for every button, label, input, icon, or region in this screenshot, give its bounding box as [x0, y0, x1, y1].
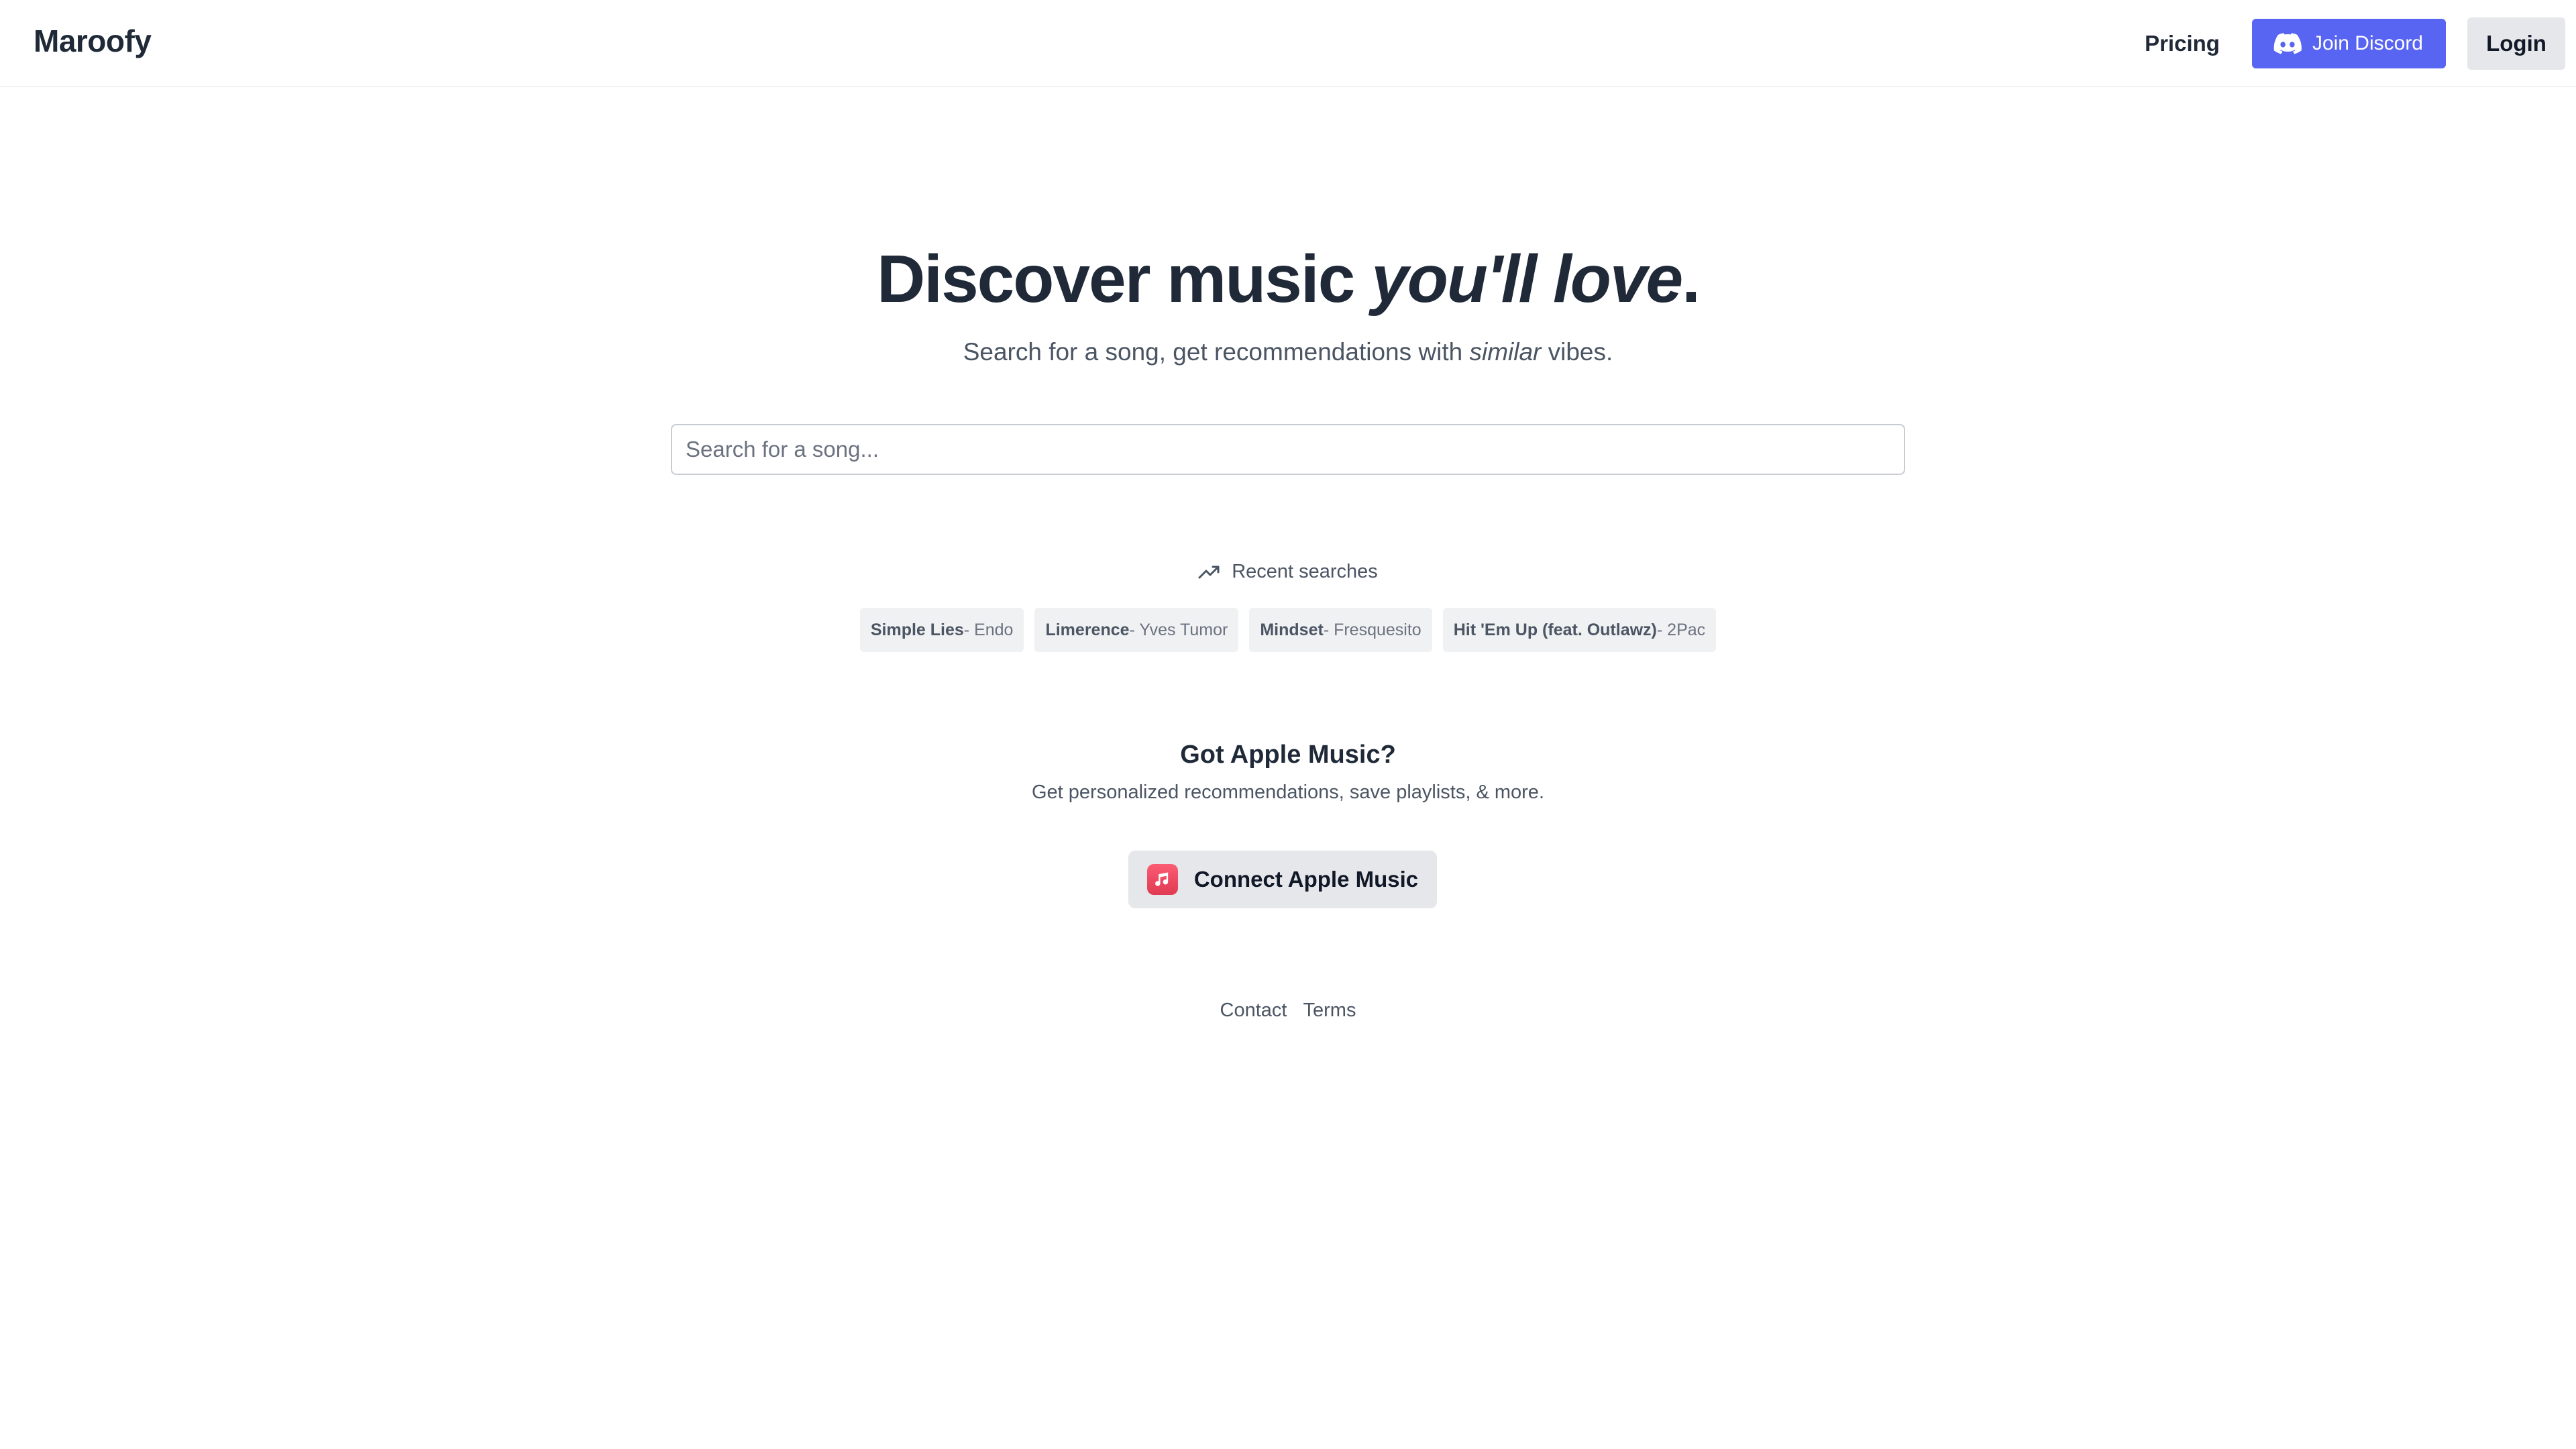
hero-subtitle-part2: vibes.	[1541, 338, 1613, 366]
chip-artist: - Fresquesito	[1323, 620, 1421, 639]
hero-subtitle-emphasis: similar	[1469, 338, 1542, 366]
nav-links: Pricing Join Discord Login	[2145, 17, 2565, 70]
hero-subtitle: Search for a song, get recommendations w…	[0, 335, 2576, 369]
apple-music-title: Got Apple Music?	[1180, 741, 1396, 769]
chip-song: Limerence	[1045, 620, 1130, 639]
search-container	[671, 424, 1905, 475]
trending-up-icon	[1198, 566, 1220, 578]
connect-apple-music-label: Connect Apple Music	[1193, 867, 1419, 892]
apple-music-icon	[1146, 864, 1178, 895]
chip-song: Simple Lies	[870, 620, 964, 639]
recent-searches-label: Recent searches	[1232, 561, 1378, 582]
recent-searches-header: Recent searches	[0, 561, 2576, 583]
chip-song: Mindset	[1260, 620, 1324, 639]
recent-searches-list: Simple Lies - Endo Limerence - Yves Tumo…	[0, 608, 2576, 652]
recent-search-chip[interactable]: Simple Lies - Endo	[859, 608, 1024, 652]
chip-artist: - Endo	[963, 620, 1014, 639]
pricing-link[interactable]: Pricing	[2145, 31, 2220, 56]
apple-music-subtitle: Get personalized recommendations, save p…	[1031, 782, 1544, 803]
top-navbar: Maroofy Pricing Join Discord Login	[0, 0, 2576, 87]
hero-title-part1: Discover music	[877, 241, 1372, 317]
connect-apple-music-button[interactable]: Connect Apple Music	[1128, 851, 1437, 908]
discord-icon	[2273, 33, 2302, 54]
footer-terms-link[interactable]: Terms	[1303, 1000, 1356, 1022]
join-discord-button[interactable]: Join Discord	[2251, 19, 2446, 68]
hero-title-end: .	[1682, 241, 1701, 317]
chip-song: Hit 'Em Up (feat. Outlawz)	[1453, 620, 1657, 639]
chip-artist: - Yves Tumor	[1129, 620, 1228, 639]
join-discord-label: Join Discord	[2312, 32, 2423, 54]
footer-contact-link[interactable]: Contact	[1220, 1000, 1287, 1022]
song-search-input[interactable]	[671, 424, 1905, 475]
login-button[interactable]: Login	[2467, 17, 2565, 70]
site-logo[interactable]: Maroofy	[34, 23, 152, 59]
footer: Contact Terms	[0, 1000, 2576, 1022]
hero-title: Discover music you'll love.	[0, 239, 2576, 319]
recent-search-chip[interactable]: Hit 'Em Up (feat. Outlawz) - 2Pac	[1442, 608, 1717, 652]
hero-title-emphasis: you'll love	[1371, 241, 1683, 317]
recent-search-chip[interactable]: Limerence - Yves Tumor	[1034, 608, 1239, 652]
hero-subtitle-part1: Search for a song, get recommendations w…	[963, 338, 1470, 366]
chip-artist: - 2Pac	[1656, 620, 1706, 639]
recent-search-chip[interactable]: Mindset - Fresquesito	[1249, 608, 1432, 652]
